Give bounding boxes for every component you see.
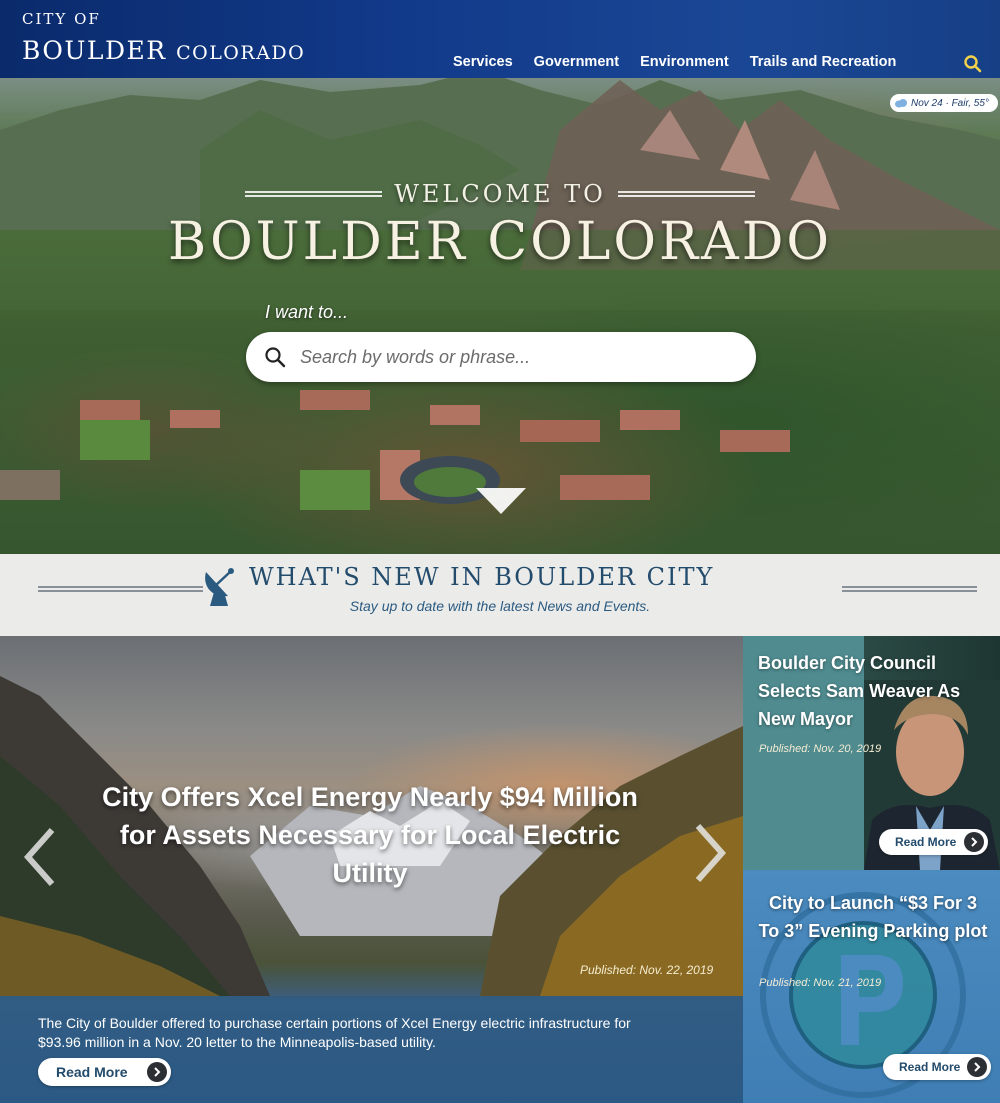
nav-services[interactable]: Services (453, 54, 513, 70)
welcome-rule-right (617, 191, 756, 197)
hero-search-input[interactable]: Search by words or phrase... (246, 332, 756, 382)
cloud-icon (895, 99, 907, 108)
side-story-parking-title[interactable]: City to Launch “$3 For 3 To 3” Evening P… (758, 889, 988, 945)
search-icon[interactable] (963, 54, 983, 74)
read-more-label: Read More (899, 1060, 961, 1074)
whats-new-subtitle: Stay up to date with the latest News and… (349, 598, 651, 614)
read-more-label: Read More (895, 835, 957, 849)
whats-new-title: WHAT'S NEW IN BOULDER CITY (249, 563, 715, 591)
logo-colorado-text: COLORADO (176, 42, 306, 64)
search-icon (265, 347, 286, 368)
campus-image (0, 390, 790, 510)
parking-read-more-button[interactable]: Read More (883, 1054, 991, 1080)
chevron-right-icon (967, 1057, 987, 1077)
chevron-right-icon (147, 1062, 167, 1082)
welcome-rule-left (245, 191, 383, 197)
featured-published-date: Published: Nov. 22, 2019 (580, 963, 714, 977)
featured-read-more-button[interactable]: Read More (38, 1058, 171, 1086)
read-more-label: Read More (56, 1064, 128, 1080)
weather-widget: Nov 24 · Fair, 55° (890, 94, 998, 112)
hero-title: BOULDER COLORADO (167, 212, 833, 272)
featured-story-title[interactable]: City Offers Xcel Energy Nearly $94 Milli… (95, 778, 645, 892)
logo-city-of[interactable]: CITY OF (22, 10, 101, 28)
nav-trails-and-recreation[interactable]: Trails and Recreation (750, 54, 897, 70)
main-nav: Services Government Environment Trails a… (453, 54, 917, 70)
hero-banner: CITY OF BOULDER COLORADO Services Govern… (0, 0, 1000, 554)
triangle-down-icon[interactable] (476, 488, 526, 514)
nav-environment[interactable]: Environment (640, 54, 729, 70)
logo-boulder-colorado[interactable]: BOULDER COLORADO (22, 36, 305, 65)
side-story-parking-date: Published: Nov. 21, 2019 (759, 977, 882, 989)
mayor-read-more-button[interactable]: Read More (879, 829, 988, 855)
chevron-right-icon (964, 832, 984, 852)
side-story-mayor-title[interactable]: Boulder City Council Selects Sam Weaver … (758, 649, 988, 733)
weather-text: Nov 24 · Fair, 55° (911, 97, 989, 109)
chevron-left-icon[interactable] (22, 826, 56, 888)
welcome-to-text: WELCOME TO (394, 180, 606, 208)
welcome-row: WELCOME TO (245, 180, 756, 208)
band-rule-right (842, 586, 977, 592)
search-placeholder: Search by words or phrase... (300, 346, 531, 367)
logo-boulder-text: BOULDER (22, 36, 167, 65)
side-story-mayor-date: Published: Nov. 20, 2019 (759, 743, 882, 755)
chevron-right-icon[interactable] (694, 822, 728, 884)
i-want-to-label: I want to... (265, 302, 349, 322)
nav-government[interactable]: Government (534, 54, 619, 70)
featured-description: The City of Boulder offered to purchase … (38, 1015, 631, 1050)
band-rule-left (38, 586, 203, 592)
